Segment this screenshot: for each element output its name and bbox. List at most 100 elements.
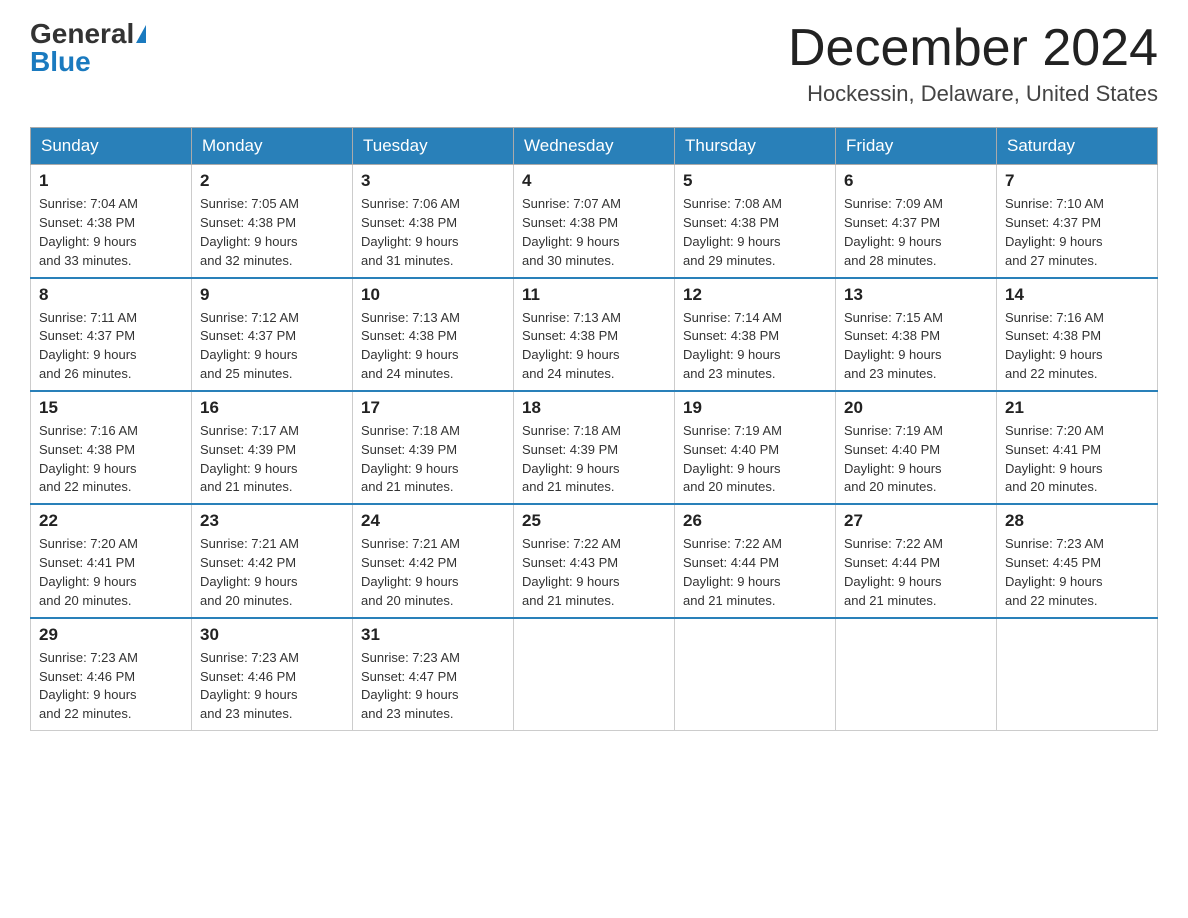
calendar-cell: 14 Sunrise: 7:16 AM Sunset: 4:38 PM Dayl… [997, 278, 1158, 391]
calendar-table: Sunday Monday Tuesday Wednesday Thursday… [30, 127, 1158, 731]
calendar-cell: 26 Sunrise: 7:22 AM Sunset: 4:44 PM Dayl… [675, 504, 836, 617]
day-number: 22 [39, 511, 183, 531]
month-title: December 2024 [788, 20, 1158, 77]
calendar-cell [675, 618, 836, 731]
day-number: 19 [683, 398, 827, 418]
day-info: Sunrise: 7:16 AM Sunset: 4:38 PM Dayligh… [39, 422, 183, 497]
calendar-cell: 5 Sunrise: 7:08 AM Sunset: 4:38 PM Dayli… [675, 165, 836, 278]
day-info: Sunrise: 7:17 AM Sunset: 4:39 PM Dayligh… [200, 422, 344, 497]
day-info: Sunrise: 7:20 AM Sunset: 4:41 PM Dayligh… [39, 535, 183, 610]
day-number: 1 [39, 171, 183, 191]
calendar-cell [997, 618, 1158, 731]
week-row-3: 15 Sunrise: 7:16 AM Sunset: 4:38 PM Dayl… [31, 391, 1158, 504]
header-tuesday: Tuesday [353, 128, 514, 165]
calendar-cell: 25 Sunrise: 7:22 AM Sunset: 4:43 PM Dayl… [514, 504, 675, 617]
calendar-cell: 30 Sunrise: 7:23 AM Sunset: 4:46 PM Dayl… [192, 618, 353, 731]
day-number: 6 [844, 171, 988, 191]
week-row-5: 29 Sunrise: 7:23 AM Sunset: 4:46 PM Dayl… [31, 618, 1158, 731]
day-info: Sunrise: 7:18 AM Sunset: 4:39 PM Dayligh… [361, 422, 505, 497]
day-number: 18 [522, 398, 666, 418]
day-number: 2 [200, 171, 344, 191]
day-info: Sunrise: 7:13 AM Sunset: 4:38 PM Dayligh… [361, 309, 505, 384]
calendar-cell: 20 Sunrise: 7:19 AM Sunset: 4:40 PM Dayl… [836, 391, 997, 504]
weekday-header-row: Sunday Monday Tuesday Wednesday Thursday… [31, 128, 1158, 165]
day-info: Sunrise: 7:20 AM Sunset: 4:41 PM Dayligh… [1005, 422, 1149, 497]
calendar-cell: 11 Sunrise: 7:13 AM Sunset: 4:38 PM Dayl… [514, 278, 675, 391]
day-number: 30 [200, 625, 344, 645]
calendar-cell: 2 Sunrise: 7:05 AM Sunset: 4:38 PM Dayli… [192, 165, 353, 278]
day-info: Sunrise: 7:08 AM Sunset: 4:38 PM Dayligh… [683, 195, 827, 270]
calendar-cell: 21 Sunrise: 7:20 AM Sunset: 4:41 PM Dayl… [997, 391, 1158, 504]
day-info: Sunrise: 7:16 AM Sunset: 4:38 PM Dayligh… [1005, 309, 1149, 384]
day-info: Sunrise: 7:22 AM Sunset: 4:44 PM Dayligh… [844, 535, 988, 610]
header-monday: Monday [192, 128, 353, 165]
calendar-cell: 19 Sunrise: 7:19 AM Sunset: 4:40 PM Dayl… [675, 391, 836, 504]
page-header: General Blue December 2024 Hockessin, De… [30, 20, 1158, 107]
day-number: 25 [522, 511, 666, 531]
day-number: 11 [522, 285, 666, 305]
day-number: 8 [39, 285, 183, 305]
day-number: 21 [1005, 398, 1149, 418]
day-info: Sunrise: 7:19 AM Sunset: 4:40 PM Dayligh… [844, 422, 988, 497]
day-info: Sunrise: 7:23 AM Sunset: 4:46 PM Dayligh… [39, 649, 183, 724]
day-info: Sunrise: 7:11 AM Sunset: 4:37 PM Dayligh… [39, 309, 183, 384]
day-info: Sunrise: 7:05 AM Sunset: 4:38 PM Dayligh… [200, 195, 344, 270]
logo-triangle-icon [136, 25, 146, 43]
calendar-cell [836, 618, 997, 731]
calendar-cell: 7 Sunrise: 7:10 AM Sunset: 4:37 PM Dayli… [997, 165, 1158, 278]
calendar-cell: 18 Sunrise: 7:18 AM Sunset: 4:39 PM Dayl… [514, 391, 675, 504]
day-info: Sunrise: 7:12 AM Sunset: 4:37 PM Dayligh… [200, 309, 344, 384]
calendar-cell: 16 Sunrise: 7:17 AM Sunset: 4:39 PM Dayl… [192, 391, 353, 504]
day-info: Sunrise: 7:18 AM Sunset: 4:39 PM Dayligh… [522, 422, 666, 497]
calendar-cell: 15 Sunrise: 7:16 AM Sunset: 4:38 PM Dayl… [31, 391, 192, 504]
day-info: Sunrise: 7:13 AM Sunset: 4:38 PM Dayligh… [522, 309, 666, 384]
calendar-cell: 12 Sunrise: 7:14 AM Sunset: 4:38 PM Dayl… [675, 278, 836, 391]
title-block: December 2024 Hockessin, Delaware, Unite… [788, 20, 1158, 107]
week-row-4: 22 Sunrise: 7:20 AM Sunset: 4:41 PM Dayl… [31, 504, 1158, 617]
calendar-cell: 22 Sunrise: 7:20 AM Sunset: 4:41 PM Dayl… [31, 504, 192, 617]
calendar-cell: 6 Sunrise: 7:09 AM Sunset: 4:37 PM Dayli… [836, 165, 997, 278]
day-info: Sunrise: 7:09 AM Sunset: 4:37 PM Dayligh… [844, 195, 988, 270]
week-row-2: 8 Sunrise: 7:11 AM Sunset: 4:37 PM Dayli… [31, 278, 1158, 391]
calendar-cell: 10 Sunrise: 7:13 AM Sunset: 4:38 PM Dayl… [353, 278, 514, 391]
day-info: Sunrise: 7:23 AM Sunset: 4:46 PM Dayligh… [200, 649, 344, 724]
calendar-cell: 17 Sunrise: 7:18 AM Sunset: 4:39 PM Dayl… [353, 391, 514, 504]
calendar-cell [514, 618, 675, 731]
calendar-cell: 24 Sunrise: 7:21 AM Sunset: 4:42 PM Dayl… [353, 504, 514, 617]
calendar-cell: 13 Sunrise: 7:15 AM Sunset: 4:38 PM Dayl… [836, 278, 997, 391]
day-info: Sunrise: 7:21 AM Sunset: 4:42 PM Dayligh… [200, 535, 344, 610]
header-sunday: Sunday [31, 128, 192, 165]
day-info: Sunrise: 7:04 AM Sunset: 4:38 PM Dayligh… [39, 195, 183, 270]
day-number: 7 [1005, 171, 1149, 191]
header-thursday: Thursday [675, 128, 836, 165]
calendar-cell: 4 Sunrise: 7:07 AM Sunset: 4:38 PM Dayli… [514, 165, 675, 278]
day-info: Sunrise: 7:15 AM Sunset: 4:38 PM Dayligh… [844, 309, 988, 384]
day-info: Sunrise: 7:19 AM Sunset: 4:40 PM Dayligh… [683, 422, 827, 497]
calendar-cell: 3 Sunrise: 7:06 AM Sunset: 4:38 PM Dayli… [353, 165, 514, 278]
day-number: 3 [361, 171, 505, 191]
calendar-cell: 29 Sunrise: 7:23 AM Sunset: 4:46 PM Dayl… [31, 618, 192, 731]
day-number: 15 [39, 398, 183, 418]
day-number: 14 [1005, 285, 1149, 305]
logo-general-text: General [30, 20, 134, 48]
day-number: 9 [200, 285, 344, 305]
header-friday: Friday [836, 128, 997, 165]
day-number: 20 [844, 398, 988, 418]
day-number: 23 [200, 511, 344, 531]
day-number: 5 [683, 171, 827, 191]
day-number: 10 [361, 285, 505, 305]
day-number: 17 [361, 398, 505, 418]
day-number: 4 [522, 171, 666, 191]
day-number: 26 [683, 511, 827, 531]
day-number: 29 [39, 625, 183, 645]
day-info: Sunrise: 7:22 AM Sunset: 4:44 PM Dayligh… [683, 535, 827, 610]
day-number: 28 [1005, 511, 1149, 531]
location-title: Hockessin, Delaware, United States [788, 81, 1158, 107]
header-saturday: Saturday [997, 128, 1158, 165]
day-number: 12 [683, 285, 827, 305]
calendar-cell: 31 Sunrise: 7:23 AM Sunset: 4:47 PM Dayl… [353, 618, 514, 731]
day-number: 24 [361, 511, 505, 531]
day-number: 27 [844, 511, 988, 531]
calendar-cell: 1 Sunrise: 7:04 AM Sunset: 4:38 PM Dayli… [31, 165, 192, 278]
logo-blue-text: Blue [30, 48, 91, 76]
